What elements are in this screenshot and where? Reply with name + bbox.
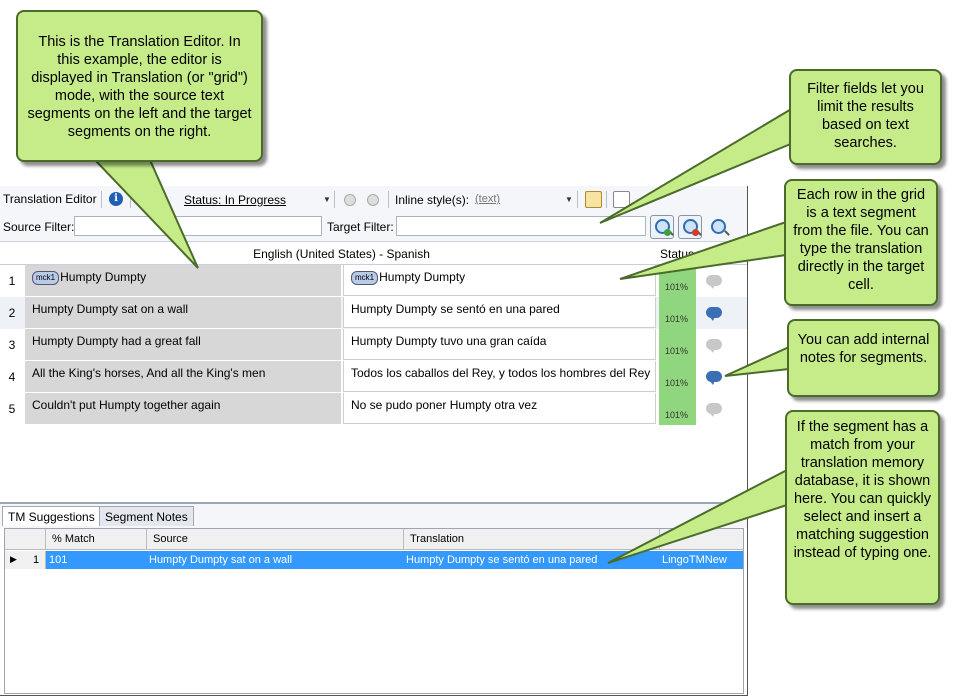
editor-callout-pointer: [92, 159, 199, 269]
rows-callout-pointer: [619, 220, 787, 280]
rows-callout: Each row in the grid is a text segment f…: [784, 179, 938, 306]
editor-callout: This is the Translation Editor. In this …: [16, 10, 263, 162]
filter-callout-pointer: [599, 106, 794, 224]
tm-callout: If the segment has a match from your tra…: [785, 410, 940, 605]
notes-callout-pointer: [724, 345, 790, 377]
tm-callout-pointer: [607, 468, 788, 564]
filter-callout: Filter fields let you limit the results …: [789, 69, 942, 165]
notes-callout: You can add internal notes for segments.: [787, 319, 940, 397]
